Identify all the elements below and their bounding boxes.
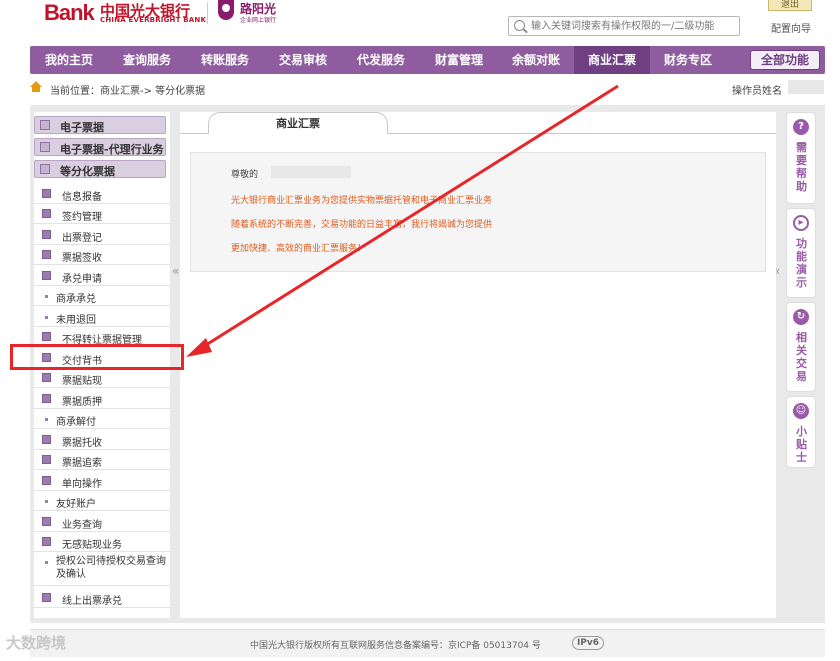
- nav-item-audit[interactable]: 交易审核: [264, 46, 342, 74]
- main-nav: 我的主页 查询服务 转账服务 交易审核 代发服务 财富管理 余额对账 商业汇票 …: [30, 46, 825, 74]
- notice-line-1: 光大银行商业汇票业务为您提供实物票据托管和电子商业汇票业务: [231, 196, 493, 206]
- bank-name-en: CHINA EVERBRIGHT BANK: [100, 16, 207, 24]
- expand-icon: [40, 142, 50, 152]
- all-functions-button[interactable]: 全部功能: [750, 50, 820, 70]
- sidebar-item[interactable]: 商承解付: [34, 409, 170, 429]
- square-bullet-icon: [42, 250, 51, 259]
- demo-button[interactable]: ▸ 功能演示: [786, 208, 816, 298]
- shield-icon: [218, 0, 234, 20]
- annotation-highlight-box: [10, 344, 184, 370]
- sidebar-group-agent[interactable]: 电子票据-代理行业务: [34, 138, 166, 156]
- collapse-sidebar-icon[interactable]: «: [172, 264, 179, 278]
- notice-line-2: 随着系统的不断完善，交易功能的日益丰富，我行将竭诚为您提供: [231, 220, 493, 230]
- nav-item-finance[interactable]: 财务专区: [650, 46, 726, 74]
- smiley-icon: ☺: [793, 403, 809, 419]
- bank-logo: Bank: [44, 0, 95, 25]
- square-bullet-icon: [42, 476, 51, 485]
- logo-divider: [207, 2, 208, 24]
- square-bullet-icon: [42, 209, 51, 218]
- square-bullet-icon: [42, 230, 51, 239]
- expand-icon: [40, 120, 50, 130]
- help-button[interactable]: ? 需要帮助: [786, 112, 816, 204]
- sidebar-item[interactable]: 商承承兑: [34, 286, 170, 306]
- footer: 中国光大银行版权所有互联网服务信息备案编号：京ICP备 05013704 号 I…: [30, 629, 825, 657]
- sidebar-item[interactable]: 承兑申请: [34, 266, 170, 286]
- sidebar-item[interactable]: 授权公司待授权交易查询及确认: [34, 552, 170, 586]
- welcome-notice: 尊敬的 光大银行商业汇票业务为您提供实物票据托管和电子商业汇票业务 随着系统的不…: [190, 152, 766, 272]
- home-icon[interactable]: [30, 81, 42, 92]
- sidebar-item[interactable]: 线上出票承兑: [34, 588, 170, 608]
- sub-brand-caption: 企业网上银行: [240, 17, 277, 24]
- sidebar-item[interactable]: 签约管理: [34, 204, 170, 224]
- square-bullet-icon: [42, 517, 51, 526]
- play-icon: ▸: [793, 215, 809, 231]
- square-bullet-icon: [42, 593, 51, 602]
- search-input[interactable]: [531, 18, 736, 34]
- sidebar-item[interactable]: 票据签收: [34, 245, 170, 265]
- sidebar-item[interactable]: 票据质押: [34, 389, 170, 409]
- watermark: 大数跨境: [6, 634, 67, 652]
- operator-name-mask: [788, 80, 824, 94]
- square-bullet-icon: [42, 332, 51, 341]
- dot-bullet-icon: [45, 418, 48, 421]
- nav-item-wealth[interactable]: 财富管理: [420, 46, 498, 74]
- notice-line-3: 更加快捷、高效的商业汇票服务！: [231, 244, 367, 254]
- sidebar-item[interactable]: 业务查询: [34, 512, 170, 532]
- related-transactions-button[interactable]: ↻ 相关交易: [786, 302, 816, 392]
- logout-button[interactable]: 退出: [768, 0, 812, 11]
- collapse-icon: [40, 164, 50, 174]
- sidebar-item[interactable]: 单向操作: [34, 471, 170, 491]
- dot-bullet-icon: [45, 561, 48, 564]
- main-content: 商业汇票 尊敬的 光大银行商业汇票业务为您提供实物票据托管和电子商业汇票业务 随…: [180, 112, 776, 618]
- search-box[interactable]: [508, 16, 740, 36]
- square-bullet-icon: [42, 271, 51, 280]
- header: Bank 中国光大银行 CHINA EVERBRIGHT BANK 路阳光 企业…: [0, 0, 840, 44]
- nav-item-transfer[interactable]: 转账服务: [186, 46, 264, 74]
- breadcrumb-text: 当前位置：商业汇票-> 等分化票据: [50, 86, 206, 97]
- dot-bullet-icon: [45, 316, 48, 319]
- search-icon[interactable]: [514, 20, 525, 31]
- dot-bullet-icon: [45, 295, 48, 298]
- sidebar-item[interactable]: 未用退回: [34, 307, 170, 327]
- nav-item-payroll[interactable]: 代发服务: [342, 46, 420, 74]
- config-wizard-link[interactable]: 配置向导: [771, 20, 811, 35]
- refresh-icon: ↻: [793, 309, 809, 325]
- sidebar-group-e-bill[interactable]: 电子票据: [34, 116, 166, 134]
- nav-item-query[interactable]: 查询服务: [108, 46, 186, 74]
- greeting-text: 尊敬的: [231, 170, 259, 180]
- tab-commercial-bill[interactable]: 商业汇票: [208, 112, 388, 134]
- square-bullet-icon: [42, 373, 51, 382]
- operator-label: 操作员姓名: [732, 86, 782, 97]
- sidebar-item[interactable]: 票据追索: [34, 450, 170, 470]
- breadcrumb: 当前位置：商业汇票-> 等分化票据 操作员姓名: [30, 80, 825, 98]
- sidebar-item[interactable]: 信息报备: [34, 184, 170, 204]
- square-bullet-icon: [42, 455, 51, 464]
- question-icon: ?: [793, 119, 809, 135]
- ipv6-badge: IPv6: [572, 636, 604, 650]
- helper-panel: ? 需要帮助 ▸ 功能演示 ↻ 相关交易 ☺ 小贴士: [786, 112, 816, 468]
- nav-item-commercial-bill[interactable]: 商业汇票: [574, 46, 650, 74]
- sidebar-item[interactable]: 无感贴现业务: [34, 532, 170, 552]
- sidebar-item[interactable]: 票据托收: [34, 430, 170, 450]
- sidebar-item[interactable]: 出票登记: [34, 225, 170, 245]
- sidebar-group-split-bill[interactable]: 等分化票据: [34, 160, 166, 178]
- square-bullet-icon: [42, 189, 51, 198]
- copyright-text: 中国光大银行版权所有互联网服务信息备案编号：京ICP备 05013704 号: [250, 641, 541, 651]
- nav-item-balance[interactable]: 余额对账: [498, 46, 574, 74]
- square-bullet-icon: [42, 537, 51, 546]
- square-bullet-icon: [42, 394, 51, 403]
- sidebar-item[interactable]: 票据贴现: [34, 368, 170, 388]
- square-bullet-icon: [42, 435, 51, 444]
- nav-item-home[interactable]: 我的主页: [30, 46, 108, 74]
- sidebar-item[interactable]: 友好账户: [34, 491, 170, 511]
- dot-bullet-icon: [45, 500, 48, 503]
- tips-button[interactable]: ☺ 小贴士: [786, 396, 816, 468]
- customer-name-mask: [271, 166, 351, 178]
